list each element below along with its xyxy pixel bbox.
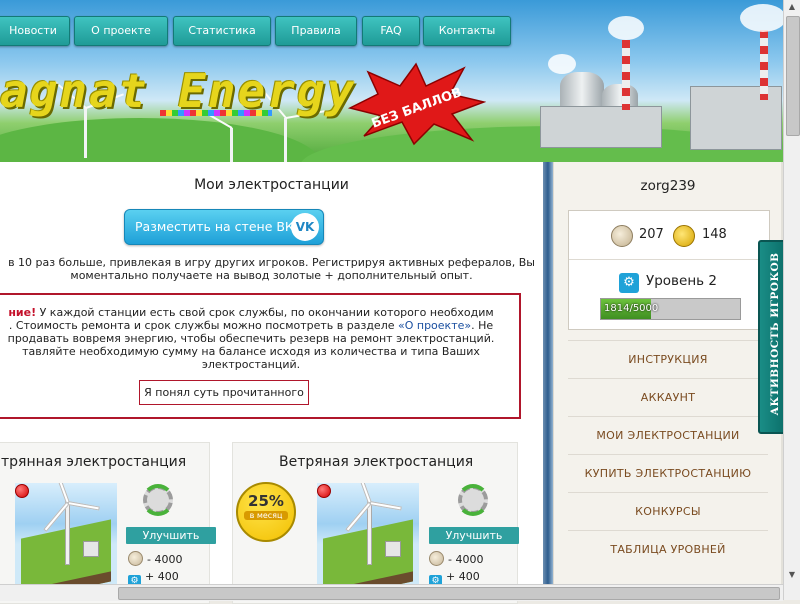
- gain-value: + 400: [145, 570, 179, 583]
- nav-about[interactable]: О проекте: [74, 16, 168, 46]
- refresh-arrow-icon: [457, 484, 489, 516]
- menu-contests[interactable]: КОНКУРСЫ: [568, 492, 768, 530]
- logo-stripe: [160, 110, 272, 116]
- referral-text-1: в 10 раз больше, привлекая в игру других…: [8, 256, 535, 269]
- experience-bar: 1814/5000: [600, 298, 741, 320]
- warning-text: ние! У каждой станции есть свой срок слу…: [0, 306, 510, 371]
- warning-line: . Не: [471, 319, 494, 332]
- vertical-scrollbar[interactable]: ▲ ▼: [783, 0, 800, 600]
- menu-instructions[interactable]: ИНСТРУКЦИЯ: [568, 340, 768, 378]
- wind-station-image: [317, 483, 419, 585]
- scroll-down-icon[interactable]: ▼: [786, 570, 798, 582]
- vk-share-label: Разместить на стене ВК: [135, 219, 294, 234]
- cost-value: - 4000: [448, 553, 484, 566]
- menu-account[interactable]: АККАУНТ: [568, 378, 768, 416]
- upgrade-button[interactable]: Улучшить: [429, 527, 519, 544]
- cost-value: - 4000: [147, 553, 183, 566]
- warning-line: электростанций.: [201, 358, 301, 371]
- decorative-divider: [543, 162, 553, 600]
- wind-station-image: [15, 483, 117, 585]
- nav-rules[interactable]: Правила: [275, 16, 357, 46]
- hill-left: [0, 118, 320, 162]
- vk-share-button[interactable]: Разместить на стене ВК VK: [124, 209, 324, 245]
- wind-turbine: [284, 118, 287, 162]
- percent-value: 25%: [248, 492, 284, 510]
- smoke: [608, 16, 644, 40]
- wind-turbine: [230, 128, 233, 162]
- scroll-thumb[interactable]: [786, 16, 800, 136]
- silver-coin-icon: [611, 225, 633, 247]
- silver-coin-icon: [128, 551, 143, 566]
- gain-value: + 400: [446, 570, 480, 583]
- upgrade-button[interactable]: Улучшить: [126, 527, 216, 544]
- chimney: [760, 30, 768, 100]
- chimney: [622, 40, 630, 110]
- status-dot-icon: [317, 484, 331, 498]
- station-title: Ветряная электростанция: [279, 454, 474, 470]
- main-content: Мои электростанции Разместить на стене В…: [0, 162, 544, 604]
- menu-my-stations[interactable]: МОИ ЭЛЕКТРОСТАНЦИИ: [568, 416, 768, 454]
- hscroll-thumb[interactable]: [118, 587, 780, 600]
- warning-line: . Стоимость ремонта и срок службы можно …: [8, 319, 398, 332]
- horizontal-scrollbar[interactable]: [0, 584, 783, 601]
- header-banner: agnat Energy БЕЗ БАЛЛОВ Новости О проект…: [0, 0, 800, 162]
- acknowledge-button[interactable]: Я понял суть прочитанного: [139, 380, 309, 405]
- percent-label: в месяц: [244, 511, 288, 520]
- warning-line: У каждой станции есть свой срок службы, …: [36, 306, 494, 319]
- warning-line: продавать вовремя энергию, чтобы обеспеч…: [7, 332, 495, 345]
- upgrade-cost: - 4000: [429, 551, 483, 566]
- page-title: Мои электростанции: [194, 177, 349, 193]
- power-plant: [690, 86, 782, 150]
- station-card: трянная электростанция Улучшить - 4000 ⚙…: [0, 442, 216, 604]
- silver-coin-icon: [429, 551, 444, 566]
- nav-faq[interactable]: FAQ: [362, 16, 420, 46]
- smoke: [548, 54, 576, 74]
- silver-balance: 207: [639, 227, 664, 242]
- station-title: трянная электростанция: [1, 454, 187, 470]
- referral-text-2: моментально получаете на вывод золотые +…: [70, 269, 473, 282]
- experience-text: 1814/5000: [604, 303, 659, 314]
- level-label: Уровень 2: [646, 273, 717, 289]
- balance-box: 207 148 ⚙ Уровень 2 1814/5000: [568, 210, 770, 330]
- balance-divider: [569, 259, 769, 260]
- menu-level-table[interactable]: ТАБЛИЦА УРОВНЕЙ: [568, 530, 768, 568]
- refresh-arrow-icon: [142, 484, 174, 516]
- player-activity-label: АКТИВНОСТЬ ИГРОКОВ: [769, 252, 781, 416]
- about-link[interactable]: «О проекте»: [398, 319, 471, 332]
- nav-statistics[interactable]: Статистика: [173, 16, 271, 46]
- status-dot-icon: [15, 484, 29, 498]
- gold-balance: 148: [702, 227, 727, 242]
- nav-news[interactable]: Новости: [0, 16, 70, 46]
- menu-buy-station[interactable]: КУПИТЬ ЭЛЕКТРОСТАНЦИЮ: [568, 454, 768, 492]
- sidebar: zorg239 207 148 ⚙ Уровень 2 1814/5000 ИН…: [553, 162, 782, 600]
- power-plant: [540, 106, 662, 148]
- percent-badge: 25% в месяц: [236, 482, 296, 542]
- warning-prefix: ние!: [8, 306, 37, 319]
- referral-info: в 10 раз больше, привлекая в игру других…: [0, 256, 543, 282]
- smoke: [740, 4, 786, 32]
- vk-icon: VK: [291, 213, 319, 241]
- scroll-up-icon[interactable]: ▲: [786, 2, 798, 14]
- warning-line: тавляйте необходимую сумму на балансе ис…: [22, 345, 480, 358]
- gold-coin-icon: [673, 225, 695, 247]
- no-points-badge: БЕЗ БАЛЛОВ: [347, 62, 486, 146]
- upgrade-cost: - 4000: [128, 551, 182, 566]
- username: zorg239: [640, 178, 696, 194]
- level-icon: ⚙: [619, 273, 639, 293]
- nav-contacts[interactable]: Контакты: [423, 16, 511, 46]
